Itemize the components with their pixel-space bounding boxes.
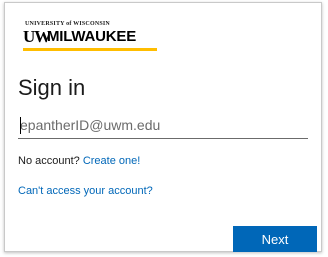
next-button[interactable]: Next — [233, 226, 317, 252]
create-account-link[interactable]: Create one! — [83, 155, 140, 167]
no-account-line: No account? Create one! — [18, 155, 140, 167]
no-account-label: No account? — [18, 155, 83, 167]
cant-access-link[interactable]: Can't access your account? — [18, 185, 153, 197]
logo-accent-bar — [23, 48, 157, 51]
logo-milwaukee-text: MILWAUKEE — [47, 28, 137, 45]
text-caret — [20, 117, 21, 134]
uwm-logo: UNIVERSITY of WISCONSIN UW MILWAUKEE — [23, 19, 183, 59]
email-field[interactable] — [18, 113, 308, 139]
page-title: Sign in — [18, 75, 86, 100]
